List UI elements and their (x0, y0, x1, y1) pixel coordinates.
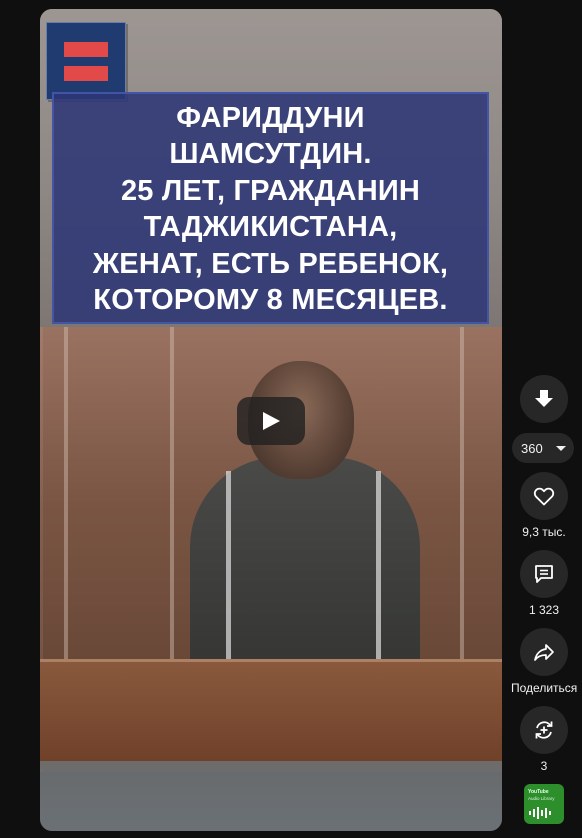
sound-wave-icon (529, 807, 551, 819)
share-button[interactable] (520, 628, 568, 676)
heart-icon (533, 487, 555, 506)
comments-button[interactable] (520, 550, 568, 598)
caption-line: ШАМСУТДИН. (169, 138, 372, 170)
video-caption: ФАРИДДУНИ ШАМСУТДИН. 25 ЛЕТ, ГРАЖДАНИН Т… (52, 92, 489, 324)
like-group: 9,3 тыс. (511, 472, 577, 541)
comment-count: 1 323 (528, 603, 560, 617)
jacket-stripe (376, 471, 381, 691)
caption-line: ФАРИДДУНИ (176, 101, 365, 134)
play-button[interactable] (237, 397, 305, 445)
caption-line: 25 ЛЕТ, ГРАЖДАНИН (120, 174, 421, 207)
share-group: Поделиться (511, 628, 577, 697)
action-bar (511, 375, 577, 423)
logo-bar-bottom (64, 66, 108, 81)
share-label: Поделиться (511, 681, 578, 695)
music-thumbnail[interactable]: YouTube Audio Library (524, 784, 564, 824)
logo-bar-top (64, 42, 108, 57)
caption-line: ЖЕНАТ, ЕСТЬ РЕБЕНОК, (92, 247, 449, 280)
equals-flag-logo-icon (46, 22, 126, 100)
like-count: 9,3 тыс. (522, 525, 566, 539)
quality-value: 360 (521, 441, 543, 456)
comments-group: 1 323 (511, 550, 577, 619)
quality-select[interactable]: 360 (512, 433, 574, 463)
remix-icon (535, 721, 553, 739)
video-frame-bottom (40, 761, 502, 831)
chevron-down-icon (556, 446, 566, 451)
remix-group: 3 (511, 706, 577, 775)
jacket-stripe (226, 471, 231, 691)
caption-line: ТАДЖИКИСТАНА, (143, 211, 398, 243)
music-subtitle: Audio Library (528, 796, 555, 801)
like-button[interactable] (520, 472, 568, 520)
remix-button[interactable] (520, 706, 568, 754)
remix-count: 3 (540, 759, 548, 773)
bench (40, 659, 502, 769)
music-title: YouTube (528, 789, 549, 795)
caption-line: КОТОРОМУ 8 МЕСЯЦЕВ. (93, 284, 448, 316)
download-icon (535, 390, 553, 407)
comment-icon (535, 565, 553, 583)
play-icon (263, 412, 280, 430)
download-button[interactable] (520, 375, 568, 423)
share-arrow-icon (534, 644, 554, 661)
